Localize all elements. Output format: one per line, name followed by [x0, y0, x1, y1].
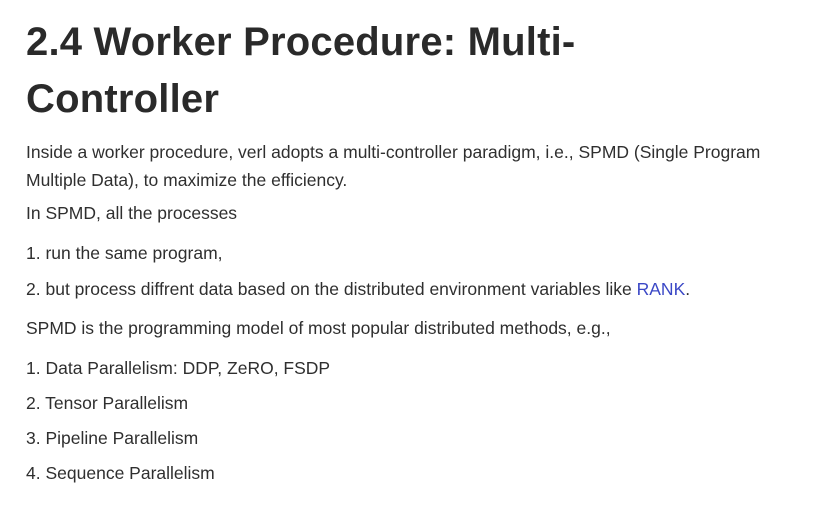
list-item-number: 1. — [26, 358, 41, 378]
list-item-text: Data Parallelism: DDP, ZeRO, FSDP — [45, 358, 331, 378]
intro-paragraph: Inside a worker procedure, verl adopts a… — [26, 142, 761, 190]
list-item-suffix: . — [685, 279, 691, 299]
list-item-text: run the same program, — [45, 243, 223, 263]
list-item-text: but process diffrent data based on the d… — [45, 279, 637, 299]
list-item-number: 2. — [26, 279, 41, 299]
list-item: 4. Sequence Parallelism — [26, 459, 809, 487]
spmd-lead-paragraph: In SPMD, all the processes — [26, 203, 238, 223]
spmd-model-paragraph: SPMD is the programming model of most po… — [26, 318, 611, 338]
list-item-text: Sequence Parallelism — [45, 463, 215, 483]
list-item: 1. run the same program, — [26, 239, 809, 267]
rank-link[interactable]: RANK — [637, 279, 686, 299]
list-item-number: 1. — [26, 243, 41, 263]
list-item-text: Tensor Parallelism — [45, 393, 189, 413]
list-item-text: Pipeline Parallelism — [45, 428, 199, 448]
section-heading: 2.4 Worker Procedure: Multi-Controller — [26, 20, 576, 121]
list-item-number: 4. — [26, 463, 41, 483]
list-item-number: 2. — [26, 393, 41, 413]
list-item: 1. Data Parallelism: DDP, ZeRO, FSDP — [26, 354, 809, 382]
list-item: 2. Tensor Parallelism — [26, 389, 809, 417]
list-item-number: 3. — [26, 428, 41, 448]
document-page: 2.4 Worker Procedure: Multi-Controller I… — [0, 0, 829, 523]
process-steps-list: 1. run the same program, 2. but process … — [26, 239, 809, 303]
methods-list: 1. Data Parallelism: DDP, ZeRO, FSDP 2. … — [26, 354, 809, 487]
list-item: 3. Pipeline Parallelism — [26, 424, 809, 452]
list-item: 2. but process diffrent data based on th… — [26, 275, 809, 303]
